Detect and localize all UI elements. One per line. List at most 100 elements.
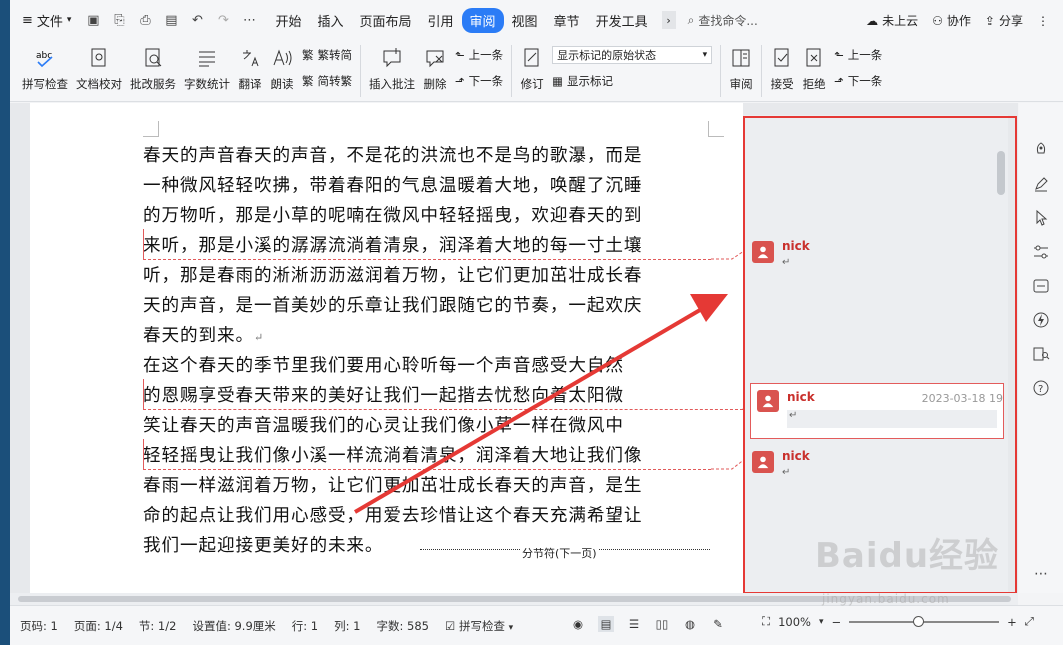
zoom-level[interactable]: 100% — [778, 615, 811, 629]
tab-chapter[interactable]: 章节 — [546, 8, 588, 33]
markup-mode-value: 显示标记的原始状态 — [557, 49, 657, 62]
command-search[interactable]: ⌕ 查找命令... — [688, 12, 758, 29]
comment-date: 2023-03-18 19 — [921, 392, 1003, 405]
ocr-icon[interactable] — [1032, 277, 1050, 295]
print-preview-icon[interactable]: ▤ — [163, 12, 179, 28]
scrollbar-thumb[interactable] — [997, 151, 1005, 195]
undo-icon[interactable]: ↶ — [189, 12, 205, 28]
translate-label: 翻译 — [238, 77, 262, 91]
page-view-icon[interactable]: ▤ — [598, 616, 614, 632]
zoom-slider-knob[interactable] — [913, 615, 925, 627]
comment-edit-field[interactable]: ↵ — [787, 410, 997, 428]
more-options-icon[interactable]: ⋮ — [1037, 14, 1049, 28]
tab-page-layout[interactable]: 页面布局 — [351, 8, 419, 33]
setting-value[interactable]: 设置值: 9.9厘米 — [192, 618, 275, 634]
word-count-button[interactable]: 字数统计 — [180, 40, 234, 102]
translate-button[interactable]: 翻译 — [234, 40, 266, 102]
tabs-scroll-right-button[interactable]: › — [661, 11, 676, 29]
show-markup-button[interactable]: ▦ 显示标记 — [552, 72, 712, 90]
eye-icon[interactable]: ◉ — [570, 616, 586, 632]
pen-mode-icon[interactable]: ✎ — [710, 616, 726, 632]
prev-change-label: 上一条 — [847, 48, 883, 62]
show-markup-icon: ▦ — [552, 74, 563, 88]
save-icon[interactable]: ▣ — [85, 12, 101, 28]
review-service-icon — [141, 46, 165, 70]
redo-icon[interactable]: ↷ — [215, 12, 231, 28]
word-count-status[interactable]: 字数: 585 — [377, 618, 429, 634]
more-dots-icon[interactable]: ⋯ — [1032, 565, 1050, 583]
book-search-icon[interactable] — [1032, 345, 1050, 363]
fullscreen-icon[interactable]: ⤢ — [1025, 614, 1034, 629]
zoom-out-icon[interactable]: − — [831, 615, 841, 629]
read-aloud-button[interactable]: 朗读 — [266, 40, 298, 102]
tab-insert[interactable]: 插入 — [309, 8, 351, 33]
header-actions: ☁ 未上云 ⚇ 协作 ⇪ 分享 ⋮ — [866, 12, 1049, 29]
insert-comment-button[interactable]: 插入批注 — [365, 40, 419, 102]
section-indicator[interactable]: 节: 1/2 — [139, 618, 177, 634]
pen-icon[interactable] — [1032, 175, 1050, 193]
prev-change-button[interactable]: ⬑ 上一条 — [834, 46, 882, 64]
review-pane-button[interactable]: 审阅 — [725, 40, 757, 102]
next-comment-button[interactable]: ⬏ 下一条 — [455, 72, 503, 90]
chevron-down-icon[interactable]: ▾ — [819, 617, 824, 627]
lightning-icon[interactable] — [1032, 311, 1050, 329]
fit-page-icon[interactable]: ⛶ — [762, 614, 770, 629]
spell-check-status[interactable]: ☑ 拼写检查 ▾ — [445, 618, 513, 634]
zoom-in-icon[interactable]: + — [1007, 615, 1017, 629]
file-menu-label: 文件 — [36, 14, 63, 30]
people-icon: ⚇ — [932, 13, 943, 28]
tab-developer[interactable]: 开发工具 — [588, 8, 656, 33]
sliders-icon[interactable] — [1032, 243, 1050, 261]
zoom-slider[interactable] — [849, 615, 1000, 627]
page-count[interactable]: 页面: 1/4 — [74, 618, 123, 634]
rocket-icon[interactable] — [1032, 141, 1050, 159]
spell-check-icon: abc — [33, 46, 57, 70]
comment-body[interactable]: ↵ — [782, 467, 790, 478]
review-service-button[interactable]: 批改服务 — [126, 40, 180, 102]
doc-check-label: 文档校对 — [76, 77, 122, 91]
document-canvas: 春天的声音春天的声音，不是花的洪流也不是鸟的歌瀑，而是 一种微风轻轻吹拂，带着春… — [10, 103, 1018, 593]
tab-review[interactable]: 审阅 — [461, 7, 504, 33]
cursor-icon[interactable] — [1032, 209, 1050, 227]
ribbon-separator — [761, 45, 763, 97]
collaborate-button[interactable]: ⚇ 协作 — [932, 12, 971, 29]
tab-references[interactable]: 引用 — [420, 8, 462, 33]
comment-pane-scrollbar[interactable] — [996, 121, 1006, 589]
help-icon[interactable]: ? — [1032, 379, 1050, 397]
web-view-icon[interactable]: ◍ — [682, 616, 698, 632]
share-button[interactable]: ⇪ 分享 — [985, 12, 1023, 29]
cloud-status-button[interactable]: ☁ 未上云 — [866, 12, 918, 29]
delete-comment-button[interactable]: 删除 — [419, 40, 451, 102]
file-menu-button[interactable]: ≡ 文件 ▾ — [22, 11, 71, 30]
convert-icon: 繁 — [302, 74, 314, 88]
next-change-button[interactable]: ⬏ 下一条 — [834, 72, 882, 90]
trad-to-simp-button[interactable]: 繁繁转简 — [302, 46, 352, 64]
page-code[interactable]: 页码: 1 — [20, 618, 58, 634]
track-changes-button[interactable]: 修订 — [516, 40, 548, 102]
spell-check-status-label: 拼写检查 — [458, 618, 505, 633]
comment-body[interactable]: ↵ — [782, 257, 790, 268]
markup-mode-select[interactable]: 显示标记的原始状态 ▾ — [552, 46, 713, 64]
collaborate-label: 协作 — [946, 14, 971, 28]
prev-comment-label: 上一条 — [468, 48, 504, 62]
tab-view[interactable]: 视图 — [504, 8, 546, 33]
simp-to-trad-button[interactable]: 繁简转繁 — [302, 72, 352, 90]
doc-check-button[interactable]: 文档校对 — [72, 40, 126, 102]
hamburger-icon: ≡ — [22, 12, 33, 28]
checkbox-icon: ☑ — [444, 618, 456, 633]
chevron-down-icon: ▾ — [66, 15, 72, 25]
comment-card[interactable]: nick ↵ — [750, 239, 1004, 289]
print-icon[interactable]: ⎙ — [137, 12, 153, 28]
reject-button[interactable]: 拒绝 — [798, 40, 830, 102]
accept-button[interactable]: 接受 — [766, 40, 798, 102]
comment-card[interactable]: nick ↵ — [750, 449, 1004, 499]
outline-view-icon[interactable]: ☰ — [626, 616, 642, 632]
export-pdf-icon[interactable]: ⎘ — [111, 12, 127, 28]
prev-comment-button[interactable]: ⬑ 上一条 — [455, 46, 503, 64]
tab-home[interactable]: 开始 — [267, 8, 309, 33]
spell-check-button[interactable]: abc 拼写检查 — [18, 40, 72, 102]
delete-comment-icon — [423, 46, 447, 70]
more-icon[interactable]: ⋯ — [241, 12, 257, 28]
reading-view-icon[interactable]: ▯▯ — [654, 616, 670, 632]
comment-card-active[interactable]: nick 2023-03-18 19 ↵ — [750, 383, 1004, 439]
